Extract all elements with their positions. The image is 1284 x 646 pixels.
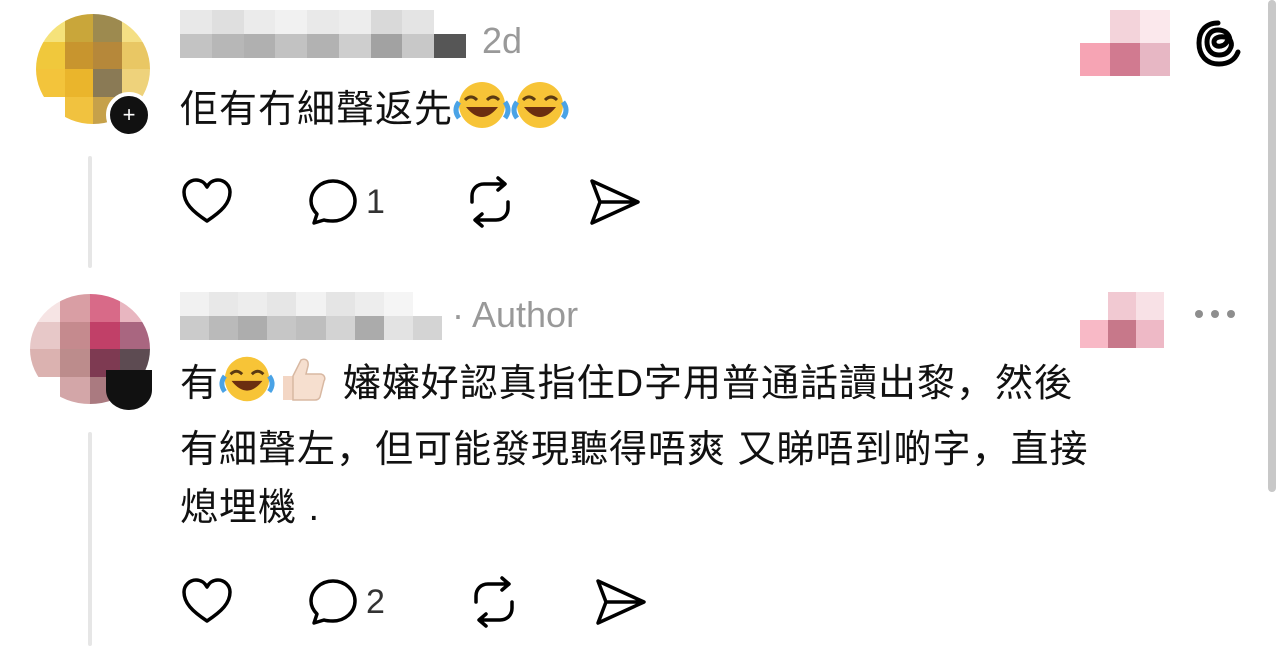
comment-line-2: 有細聲左，但可能發現聽得唔爽 又睇唔到啲字，直接 (180, 429, 1089, 471)
username[interactable] (180, 10, 466, 58)
heart-icon (182, 178, 232, 223)
thumbs-up-emoji (275, 354, 331, 421)
avatar-badge (106, 370, 152, 410)
scrollbar[interactable] (1268, 0, 1276, 492)
comment-text: 佢有冇細聲返先 (180, 80, 569, 147)
like-button[interactable] (180, 176, 234, 226)
comment-icon (309, 179, 357, 225)
reply-button[interactable]: 2 (306, 576, 385, 628)
thread-line (88, 432, 92, 646)
heart-icon (182, 578, 232, 623)
timestamp: 2d (482, 20, 523, 61)
laughing-emoji (511, 80, 569, 147)
send-icon (590, 179, 640, 225)
more-options-icon[interactable] (1192, 304, 1238, 324)
follow-badge[interactable]: + (106, 92, 152, 138)
repost-button[interactable] (466, 576, 522, 628)
laughing-emoji (219, 354, 275, 421)
comment-line-1: 有 嬸嬸好認真指住D字用普通話讀出黎，然後 (180, 354, 1260, 421)
redacted-element (1080, 292, 1164, 348)
repost-icon (474, 576, 514, 628)
username[interactable] (180, 292, 442, 340)
like-button[interactable] (180, 576, 234, 626)
comment-text-main: 佢有冇細聲返先 (180, 89, 454, 131)
author-tag: · Author (452, 294, 579, 335)
share-button[interactable] (592, 576, 648, 628)
repost-button[interactable] (462, 176, 518, 228)
comment-line-3: 熄埋機 . (180, 487, 321, 529)
comment-icon (309, 579, 357, 625)
comment-text: 有 嬸嬸好認真指住D字用普通話讀出黎，然後 有細聲左，但可能發現聽得唔爽 又睇唔… (180, 354, 1260, 537)
send-icon (596, 579, 646, 625)
threads-icon[interactable] (1196, 18, 1244, 68)
reply-button[interactable]: 1 (306, 176, 385, 228)
redacted-element (1080, 10, 1170, 76)
thread-line (88, 156, 92, 268)
laughing-emoji (453, 80, 511, 147)
reply-count: 2 (366, 582, 385, 621)
repost-icon (470, 176, 510, 228)
share-button[interactable] (586, 176, 642, 228)
reply-count: 1 (366, 182, 385, 221)
